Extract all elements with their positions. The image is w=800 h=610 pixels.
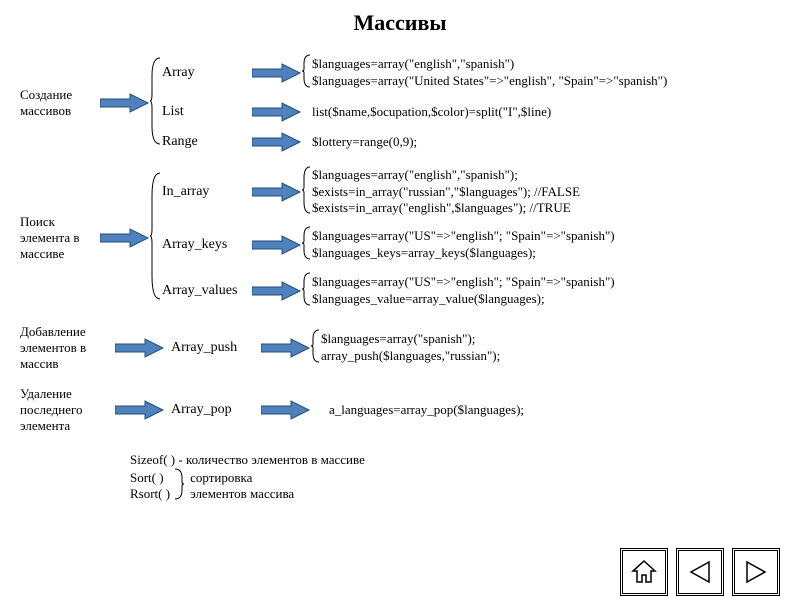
page-title: Массивы <box>0 10 800 36</box>
home-button[interactable] <box>620 548 668 596</box>
code-line: $exists=in_array("english",$languages");… <box>312 200 580 217</box>
bracket-icon <box>302 166 312 218</box>
note-rsort: Rsort( ) <box>130 486 170 502</box>
bracket-icon <box>302 54 312 92</box>
item-array-values: Array_values <box>162 283 252 299</box>
arrow-icon <box>261 338 311 358</box>
arrow-icon <box>252 132 302 152</box>
arrow-icon <box>100 228 150 248</box>
arrow-icon <box>252 235 302 255</box>
arrow-icon <box>252 281 302 301</box>
code-line: $languages_keys=array_keys($languages); <box>312 245 615 262</box>
item-array: Array <box>162 65 252 81</box>
arrow-icon <box>115 400 165 420</box>
triangle-right-icon <box>743 559 769 585</box>
code-line: list($name,$ocupation,$color)=split("I",… <box>312 104 551 121</box>
code-line: $languages=array("United States"=>"engli… <box>312 73 667 90</box>
item-range: Range <box>162 134 252 150</box>
item-in-array: In_array <box>162 184 252 200</box>
code-line: array_push($languages,"russian"); <box>321 348 500 365</box>
arrow-icon <box>252 63 302 83</box>
arrow-icon <box>261 400 311 420</box>
arrow-icon <box>115 338 165 358</box>
section-label-search: Поиск элемента в массиве <box>20 214 100 262</box>
section-create: Создание массивов Array $languages=array… <box>20 54 800 152</box>
home-icon <box>631 559 657 585</box>
arrow-icon <box>100 93 150 113</box>
code-line: $languages_value=array_value($languages)… <box>312 291 615 308</box>
next-button[interactable] <box>732 548 780 596</box>
code-line: $languages=array("US"=>"english"; "Spain… <box>312 228 615 245</box>
section-label-delete: Удаление последнего элемента <box>20 386 115 434</box>
notes-block: Sizeof( ) - количество элементов в масси… <box>130 452 800 504</box>
section-search: Поиск элемента в массиве In_array $langu… <box>20 166 800 310</box>
bracket-icon <box>302 272 312 310</box>
bracket-icon <box>150 171 162 305</box>
section-label-add: Добавление элементов в массив <box>20 324 115 372</box>
code-line: $lottery=range(0,9); <box>312 134 417 151</box>
code-line: $languages=array("english","spanish") <box>312 56 667 73</box>
code-line: a_languages=array_pop($languages); <box>329 402 524 419</box>
section-label-create: Создание массивов <box>20 87 100 119</box>
item-array-pop: Array_pop <box>171 402 261 418</box>
note-sizeof: Sizeof( ) - количество элементов в масси… <box>130 452 800 468</box>
note-rsort-desc: элементов массива <box>190 486 294 502</box>
code-line: $languages=array("US"=>"english"; "Spain… <box>312 274 615 291</box>
code-line: $languages=array("english","spanish"); <box>312 167 580 184</box>
bracket-icon <box>174 468 184 504</box>
triangle-left-icon <box>687 559 713 585</box>
note-sort-desc: сортировка <box>190 470 294 486</box>
nav-buttons <box>620 548 780 596</box>
code-line: $exists=in_array("russian","$languages")… <box>312 184 580 201</box>
prev-button[interactable] <box>676 548 724 596</box>
bracket-icon <box>302 226 312 264</box>
arrow-icon <box>252 102 302 122</box>
bracket-icon <box>311 329 321 367</box>
section-delete: Удаление последнего элемента Array_pop a… <box>20 386 800 434</box>
section-add: Добавление элементов в массив Array_push… <box>20 324 800 372</box>
item-array-keys: Array_keys <box>162 237 252 253</box>
item-list: List <box>162 104 252 120</box>
note-sort: Sort( ) <box>130 470 170 486</box>
item-array-push: Array_push <box>171 340 261 356</box>
arrow-icon <box>252 182 302 202</box>
code-line: $languages=array("spanish"); <box>321 331 500 348</box>
bracket-icon <box>150 56 162 150</box>
